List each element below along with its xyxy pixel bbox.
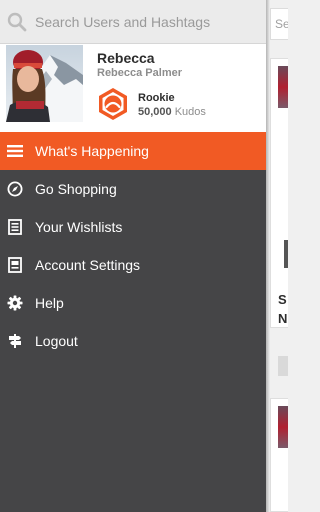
feed-card-thumbnail[interactable] bbox=[278, 406, 288, 448]
menu-item-label: Help bbox=[35, 295, 64, 311]
feed-search-placeholder: Se bbox=[275, 17, 288, 31]
menu-item-label: Logout bbox=[35, 333, 78, 349]
menu-item-your-wishlists[interactable]: Your Wishlists bbox=[0, 208, 266, 246]
gear-icon bbox=[7, 295, 23, 311]
profile-kudos: 50,000 Kudos bbox=[138, 106, 206, 118]
menu-item-help[interactable]: Help bbox=[0, 284, 266, 322]
compass-icon bbox=[7, 181, 23, 197]
drawer-search-bar bbox=[0, 0, 266, 44]
menu-item-label: Account Settings bbox=[35, 257, 141, 273]
drawer-menu: What's Happening Go Shopping Your Wishli… bbox=[0, 132, 266, 360]
kudos-label: Kudos bbox=[174, 106, 206, 118]
feed-card-title-partial: SN bbox=[278, 292, 288, 326]
rank-badge-icon bbox=[97, 87, 129, 121]
menu-item-whats-happening[interactable]: What's Happening bbox=[0, 132, 266, 170]
kudos-value: 50,000 bbox=[138, 106, 172, 118]
menu-item-label: Go Shopping bbox=[35, 181, 117, 197]
menu-item-account-settings[interactable]: Account Settings bbox=[0, 246, 266, 284]
menu-item-label: What's Happening bbox=[35, 143, 149, 159]
hamburger-icon bbox=[7, 143, 23, 159]
feed-card-action[interactable] bbox=[278, 356, 288, 376]
avatar[interactable] bbox=[6, 45, 83, 122]
search-input[interactable] bbox=[35, 13, 245, 30]
profile-full-name: Rebecca Palmer bbox=[97, 67, 182, 79]
menu-item-go-shopping[interactable]: Go Shopping bbox=[0, 170, 266, 208]
feed-search-input[interactable]: Se bbox=[270, 8, 288, 40]
menu-item-label: Your Wishlists bbox=[35, 219, 123, 235]
feed-card-image-edge bbox=[284, 240, 288, 268]
signpost-icon bbox=[7, 333, 23, 349]
profile-display-name: Rebecca bbox=[97, 50, 155, 66]
menu-item-logout[interactable]: Logout bbox=[0, 322, 266, 360]
list-icon bbox=[7, 219, 23, 235]
navigation-drawer: Rebecca Rebecca Palmer Rookie 50,000 Kud… bbox=[0, 0, 266, 512]
search-icon bbox=[7, 12, 27, 32]
feed-card-thumbnail[interactable] bbox=[278, 66, 288, 108]
drawer-shadow bbox=[266, 0, 270, 512]
account-card-icon bbox=[7, 257, 23, 273]
profile-rank: Rookie bbox=[138, 92, 175, 104]
user-profile-card[interactable]: Rebecca Rebecca Palmer Rookie 50,000 Kud… bbox=[0, 44, 266, 132]
